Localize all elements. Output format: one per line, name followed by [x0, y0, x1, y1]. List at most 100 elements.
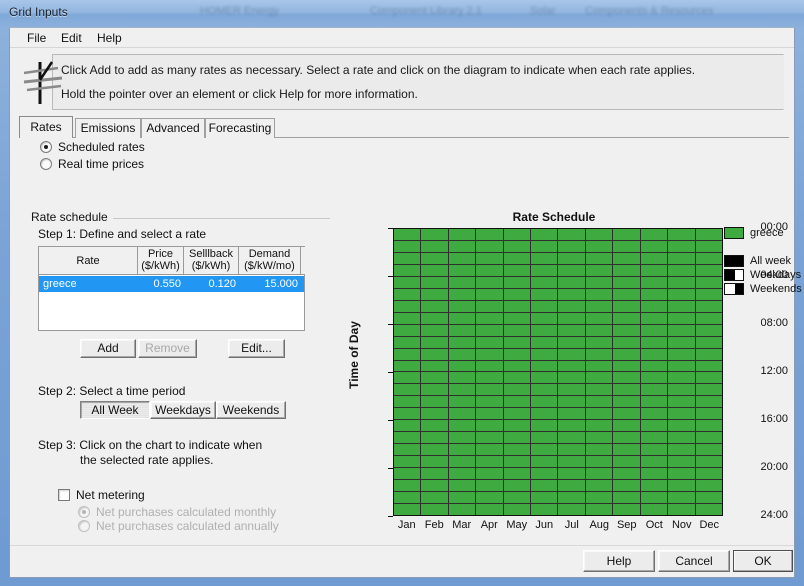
chart-cell[interactable] [668, 348, 695, 360]
chart-cell[interactable] [668, 384, 695, 396]
chart-cell[interactable] [448, 276, 476, 288]
chart-cell[interactable] [531, 432, 558, 444]
chart-cell[interactable] [503, 336, 531, 348]
chart-cell[interactable] [503, 384, 531, 396]
chart-cell[interactable] [640, 229, 668, 240]
chart-cell[interactable] [695, 336, 722, 348]
chart-cell[interactable] [394, 480, 421, 492]
chart-cell[interactable] [640, 504, 668, 515]
chart-cell[interactable] [668, 324, 695, 336]
chart-cell[interactable] [448, 252, 476, 264]
chart-cell[interactable] [558, 372, 585, 384]
chart-cell[interactable] [448, 480, 476, 492]
chart-cell[interactable] [585, 384, 613, 396]
chart-cell[interactable] [531, 324, 558, 336]
chart-cell[interactable] [503, 456, 531, 468]
chart-cell[interactable] [695, 288, 722, 300]
chart-cell[interactable] [503, 396, 531, 408]
chart-cell[interactable] [695, 252, 722, 264]
chart-cell[interactable] [503, 348, 531, 360]
chart-cell[interactable] [613, 408, 640, 420]
chart-cell[interactable] [421, 312, 448, 324]
chart-cell[interactable] [585, 372, 613, 384]
chart-cell[interactable] [421, 492, 448, 504]
chart-cell[interactable] [613, 348, 640, 360]
chart-cell[interactable] [640, 336, 668, 348]
chart-cell[interactable] [558, 348, 585, 360]
chart-cell[interactable] [448, 372, 476, 384]
chart-cell[interactable] [668, 240, 695, 252]
chart-cell[interactable] [668, 420, 695, 432]
chart-cell[interactable] [421, 229, 448, 240]
chart-cell[interactable] [613, 384, 640, 396]
chart-cell[interactable] [558, 456, 585, 468]
chart-cell[interactable] [448, 504, 476, 515]
chart-cell[interactable] [503, 276, 531, 288]
chart-cell[interactable] [695, 312, 722, 324]
chart-cell[interactable] [531, 420, 558, 432]
period-all-week-button[interactable]: All Week [80, 401, 150, 419]
chart-cell[interactable] [558, 229, 585, 240]
chart-cell[interactable] [448, 468, 476, 480]
chart-cell[interactable] [585, 480, 613, 492]
chart-cell[interactable] [695, 468, 722, 480]
chart-cell[interactable] [394, 348, 421, 360]
chart-cell[interactable] [394, 372, 421, 384]
radio-scheduled-rates[interactable]: Scheduled rates [40, 140, 145, 154]
chart-cell[interactable] [531, 336, 558, 348]
chart-cell[interactable] [476, 360, 503, 372]
chart-cell[interactable] [558, 288, 585, 300]
chart-cell[interactable] [531, 468, 558, 480]
chart-cell[interactable] [613, 444, 640, 456]
chart-cell[interactable] [695, 372, 722, 384]
chart-cell[interactable] [421, 444, 448, 456]
chart-cell[interactable] [613, 264, 640, 276]
chart-cell[interactable] [476, 264, 503, 276]
chart-cell[interactable] [640, 420, 668, 432]
chart-cell[interactable] [503, 324, 531, 336]
chart-cell[interactable] [558, 252, 585, 264]
chart-cell[interactable] [394, 300, 421, 312]
chart-cell[interactable] [421, 300, 448, 312]
chart-cell[interactable] [394, 420, 421, 432]
chart-cell[interactable] [695, 492, 722, 504]
chart-cell[interactable] [448, 396, 476, 408]
chart-cell[interactable] [421, 360, 448, 372]
chart-cell[interactable] [503, 468, 531, 480]
chart-cell[interactable] [585, 300, 613, 312]
chart-cell[interactable] [448, 420, 476, 432]
chart-cell[interactable] [585, 396, 613, 408]
chart-cell[interactable] [558, 276, 585, 288]
chart-cell[interactable] [640, 348, 668, 360]
chart-cell[interactable] [640, 312, 668, 324]
chart-cell[interactable] [531, 480, 558, 492]
chart-cell[interactable] [394, 456, 421, 468]
chart-cell[interactable] [448, 360, 476, 372]
chart-cell[interactable] [421, 384, 448, 396]
chart-cell[interactable] [613, 480, 640, 492]
chart-cell[interactable] [394, 396, 421, 408]
chart-cell[interactable] [421, 468, 448, 480]
chart-cell[interactable] [394, 288, 421, 300]
chart-cell[interactable] [640, 252, 668, 264]
chart-cell[interactable] [503, 300, 531, 312]
chart-cell[interactable] [613, 229, 640, 240]
chart-cell[interactable] [585, 240, 613, 252]
chart-cell[interactable] [448, 432, 476, 444]
chart-cell[interactable] [421, 408, 448, 420]
chart-cell[interactable] [531, 492, 558, 504]
chart-cell[interactable] [394, 492, 421, 504]
chart-cell[interactable] [695, 384, 722, 396]
chart-cell[interactable] [640, 384, 668, 396]
chart-cell[interactable] [394, 408, 421, 420]
net-metering-checkbox[interactable]: Net metering [58, 488, 145, 502]
chart-cell[interactable] [668, 468, 695, 480]
chart-cell[interactable] [476, 252, 503, 264]
chart-cell[interactable] [531, 444, 558, 456]
chart-cell[interactable] [585, 312, 613, 324]
column-header-demand[interactable]: Demand ($/kW/mo) [239, 247, 301, 274]
rate-table[interactable]: Rate Price ($/kWh) Selllback ($/kWh) Deman… [38, 246, 305, 331]
chart-cell[interactable] [558, 468, 585, 480]
chart-cell[interactable] [640, 468, 668, 480]
chart-cell[interactable] [476, 420, 503, 432]
